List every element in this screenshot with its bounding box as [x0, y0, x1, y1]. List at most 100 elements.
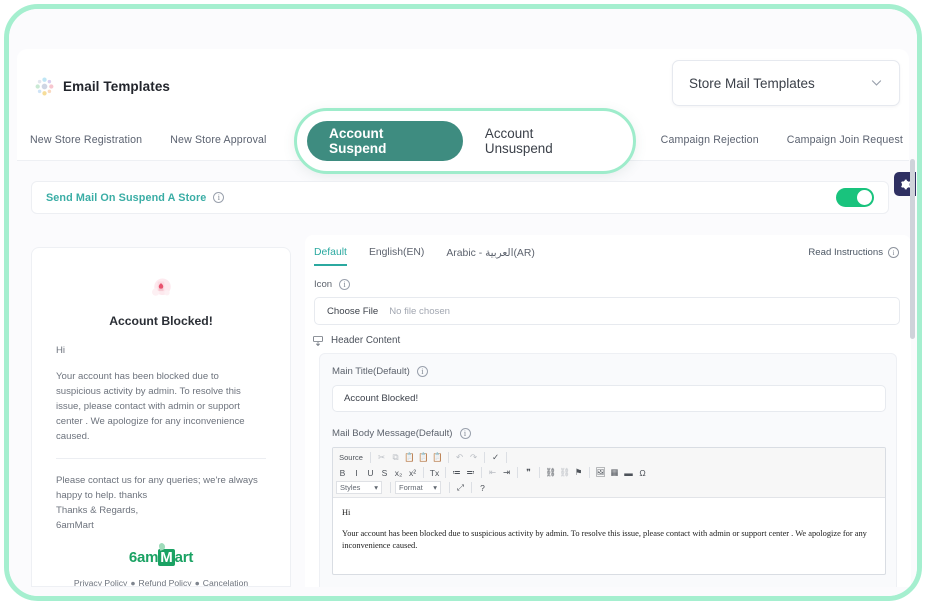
italic-icon[interactable]: I — [350, 466, 363, 479]
undo-icon[interactable]: ↶ — [453, 451, 466, 464]
editor-content-area[interactable]: Hi Your account has been blocked due to … — [333, 498, 885, 552]
editor-toolbar-row-2[interactable]: B I U Sx₂ x² Tx ≔ ≕ ⇤ ⇥ ❞ ⛓ ⛓ ⚑ 🖼 ▦ ▬ Ω — [336, 465, 882, 480]
main-title-label: Main Title(Default) i — [332, 366, 884, 377]
main-title-value: Account Blocked! — [344, 393, 419, 404]
toolbar-separator — [449, 482, 450, 493]
styles-label: Styles — [340, 483, 361, 492]
gear-icon — [900, 179, 910, 189]
indent-icon[interactable]: ⇥ — [500, 466, 513, 479]
anchor-icon[interactable]: ⚑ — [572, 466, 585, 479]
toggle-knob — [857, 190, 872, 205]
info-icon: i — [888, 247, 899, 258]
cut-icon[interactable]: ✂ — [375, 451, 388, 464]
send-mail-toggle-label: Send Mail On Suspend A Store — [46, 191, 207, 204]
remove-format-icon[interactable]: Tx — [428, 466, 441, 479]
subscript-icon[interactable]: x₂ — [392, 466, 405, 479]
preview-closing: Please contact us for any queries; we're… — [56, 473, 266, 533]
tab-account-unsuspend[interactable]: Account Unsuspend — [463, 121, 623, 161]
file-chosen-text: No file chosen — [389, 305, 450, 317]
editor-toolbar[interactable]: Source ✂ ⧉ 📋 📋 📋 ↶ ↷ ✓ B I U Sx₂ x² Tx ≔ ≕ ⇤ ⇥ ❞ ⛓ ⛓ ⚑ 🖼 ▦ ▬ Ω St… — [333, 448, 885, 498]
brand-suffix: art — [174, 549, 194, 566]
chevron-down-icon — [870, 76, 883, 91]
mail-body-editor[interactable]: Source ✂ ⧉ 📋 📋 📋 ↶ ↷ ✓ B I U Sx₂ x² Tx ≔ ≕ ⇤ ⇥ ❞ ⛓ ⛓ ⚑ 🖼 ▦ ▬ Ω St… — [332, 447, 886, 575]
lang-tab-default[interactable]: Default — [314, 247, 347, 266]
numbered-list-icon[interactable]: ≔ — [450, 466, 463, 479]
read-instructions-label: Read Instructions — [808, 247, 883, 258]
read-instructions-link[interactable]: Read Instructions i — [808, 247, 899, 258]
help-icon[interactable]: ? — [476, 481, 489, 494]
horizontal-rule-icon[interactable]: ▬ — [622, 466, 635, 479]
toolbar-separator — [423, 467, 424, 478]
editor-toolbar-row-3[interactable]: Styles ▾ Format ▾ ⤢ ? — [336, 480, 882, 495]
link-separator: ● — [194, 578, 200, 587]
page-title: Email Templates — [63, 79, 171, 94]
tab-account-suspend[interactable]: Account Suspend — [307, 121, 463, 161]
page-scrollbar[interactable] — [910, 159, 915, 339]
toolbar-separator — [370, 452, 371, 463]
info-icon[interactable]: i — [416, 366, 428, 377]
blockquote-icon[interactable]: ❞ — [522, 466, 535, 479]
info-icon[interactable]: i — [339, 279, 351, 290]
toolbar-separator — [445, 467, 446, 478]
lang-tab-english-en-[interactable]: English(EN) — [369, 247, 424, 264]
footer-link-refund-policy[interactable]: Refund Policy — [139, 578, 192, 586]
page-root: Email Templates Store Mail Templates New… — [9, 9, 917, 596]
spellcheck-icon[interactable]: ✓ — [489, 451, 502, 464]
editor-toolbar-row-1[interactable]: Source ✂ ⧉ 📋 📋 📋 ↶ ↷ ✓ — [336, 450, 882, 465]
underline-icon[interactable]: U — [364, 466, 377, 479]
store-mail-templates-select[interactable]: Store Mail Templates — [672, 60, 900, 106]
source-icon[interactable]: Source — [336, 451, 366, 464]
main-title-input[interactable]: Account Blocked! — [332, 385, 886, 412]
redo-icon[interactable]: ↷ — [467, 451, 480, 464]
mail-body-label-text: Mail Body Message(Default) — [332, 428, 453, 439]
strike-icon[interactable]: S — [378, 466, 391, 479]
paste-word-icon[interactable]: 📋 — [431, 451, 444, 464]
choose-file-button[interactable]: Choose File — [327, 306, 378, 317]
paste-icon[interactable]: 📋 — [403, 451, 416, 464]
footer-links[interactable]: Privacy Policy ● Refund Policy ● Cancelation… — [56, 576, 266, 587]
lang-tab-arabic-ar-[interactable]: Arabic - العربية(AR) — [446, 247, 534, 265]
footer-link-privacy-policy[interactable]: Privacy Policy — [74, 578, 127, 586]
toolbar-separator — [589, 467, 590, 478]
maximize-icon[interactable]: ⤢ — [454, 481, 467, 494]
special-character-icon[interactable]: Ω — [636, 466, 649, 479]
info-icon[interactable]: i — [213, 192, 225, 203]
image-icon[interactable]: 🖼 — [594, 466, 607, 479]
tab-new-store-approval[interactable]: New Store Approval — [170, 134, 266, 146]
tab-campaign-join-request[interactable]: Campaign Join Request — [787, 134, 903, 146]
superscript-icon[interactable]: x² — [406, 466, 419, 479]
copy-icon[interactable]: ⧉ — [389, 451, 402, 464]
toolbar-separator — [481, 467, 482, 478]
tab-campaign-rejection[interactable]: Campaign Rejection — [661, 134, 759, 146]
browser-frame: Email Templates Store Mail Templates New… — [4, 4, 922, 601]
preview-closing-line: Please contact us for any queries; we're… — [56, 475, 258, 501]
toolbar-separator — [471, 482, 472, 493]
email-preview-card: Account Blocked! Hi Your account has bee… — [31, 247, 291, 587]
styles-dropdown[interactable]: Styles ▾ — [336, 481, 382, 494]
send-mail-toggle-bar: Send Mail On Suspend A Store i — [31, 181, 889, 214]
format-label: Format — [399, 483, 423, 492]
paste-text-icon[interactable]: 📋 — [417, 451, 430, 464]
format-dropdown[interactable]: Format ▾ — [395, 481, 441, 494]
info-icon[interactable]: i — [459, 428, 471, 439]
link-icon[interactable]: ⛓ — [544, 466, 557, 479]
language-tabs[interactable]: Default English(EN) Arabic - العربية(AR) — [314, 247, 535, 266]
bulleted-list-icon[interactable]: ≕ — [464, 466, 477, 479]
toolbar-separator — [517, 467, 518, 478]
bold-icon[interactable]: B — [336, 466, 349, 479]
send-mail-toggle[interactable] — [836, 188, 874, 207]
table-icon[interactable]: ▦ — [608, 466, 621, 479]
unlink-icon[interactable]: ⛓ — [558, 466, 571, 479]
editor-paragraph: Your account has been blocked due to sus… — [342, 529, 867, 550]
preview-title: Account Blocked! — [109, 314, 213, 328]
toolbar-separator — [539, 467, 540, 478]
store-select-value: Store Mail Templates — [689, 75, 815, 91]
main-title-label-text: Main Title(Default) — [332, 366, 410, 377]
account-suspend-highlight: Account Suspend Account Unsuspend — [294, 108, 636, 174]
icon-file-input[interactable]: Choose File No file chosen — [314, 297, 900, 325]
page-header: Email Templates — [35, 77, 170, 96]
chevron-down-icon: ▾ — [374, 483, 378, 492]
editor-greeting: Hi — [342, 508, 351, 517]
outdent-icon[interactable]: ⇤ — [486, 466, 499, 479]
tab-new-store-registration[interactable]: New Store Registration — [30, 134, 142, 146]
